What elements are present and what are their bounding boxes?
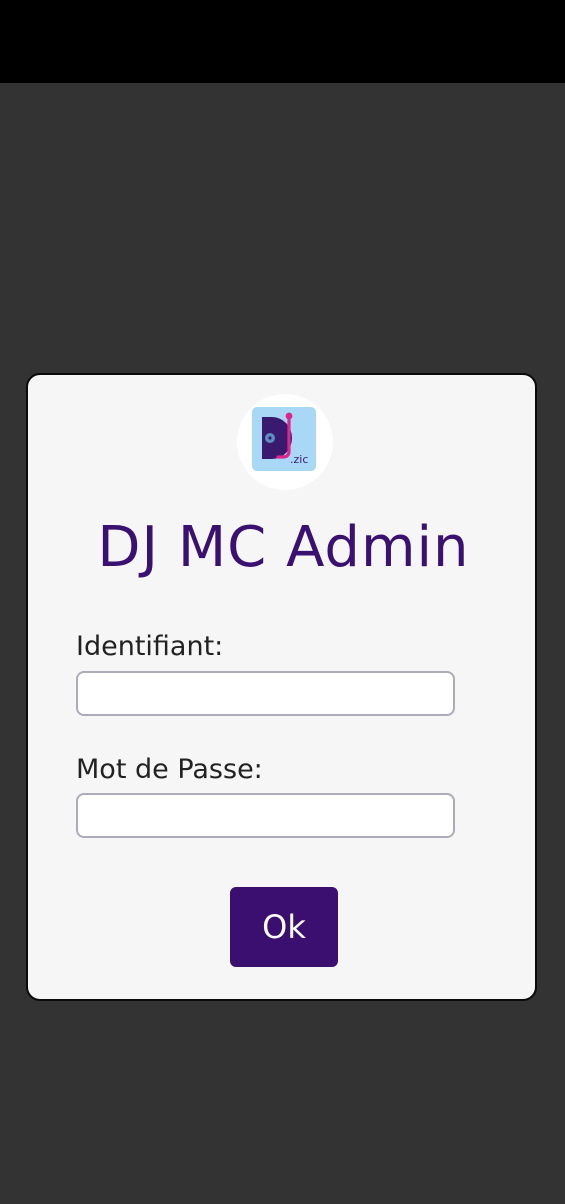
logo: .zic [237,394,333,490]
logo-graphic: .zic [262,412,308,466]
login-card: .zic DJ MC Admin Identifiant: Mot de Pas… [26,373,537,1001]
logo-text: .zic [290,453,308,466]
username-input[interactable] [76,671,455,716]
dj-zic-logo-icon: .zic [252,407,316,471]
password-input[interactable] [76,793,455,838]
username-label: Identifiant: [76,631,224,662]
password-label: Mot de Passe: [76,754,263,785]
vinyl-hole [268,436,272,440]
ok-button[interactable]: Ok [230,887,338,967]
page-title: DJ MC Admin [97,515,470,580]
status-bar [0,0,565,83]
